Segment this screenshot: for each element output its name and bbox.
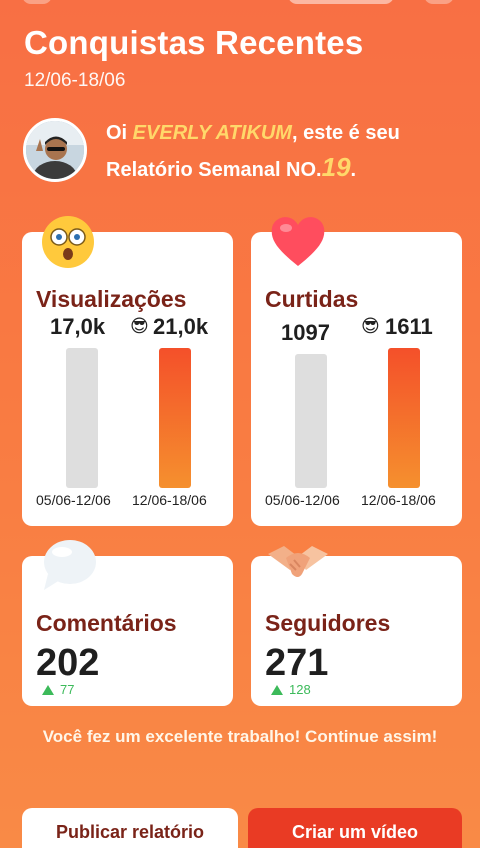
user-photo <box>26 121 84 179</box>
likes-current-period: 12/06-18/06 <box>361 492 436 508</box>
followers-delta-value: 128 <box>289 682 311 697</box>
views-previous-period: 05/06-12/06 <box>36 492 111 508</box>
followers-delta: 128 <box>271 682 311 697</box>
likes-previous-bar <box>295 354 327 488</box>
close-button[interactable] <box>424 0 454 4</box>
likes-label: Curtidas <box>265 286 359 312</box>
views-card[interactable]: Visualizações 17,0k 😎 21,0k 05/06-12/06 … <box>22 232 233 526</box>
comments-value: 202 <box>36 642 100 684</box>
views-current-value: 21,0k <box>153 314 209 339</box>
sunglasses-face-icon: 😎 <box>361 316 380 336</box>
followers-label: Seguidores <box>265 610 391 636</box>
likes-current-value: 1611 <box>385 314 433 339</box>
handshake-icon <box>266 540 330 591</box>
views-previous-value: 17,0k <box>50 314 106 339</box>
back-button[interactable] <box>22 0 52 4</box>
greeting-text: Oi EVERLY ATIKUM, este é seu Relatório S… <box>106 116 466 187</box>
likes-card[interactable]: Curtidas 1097 😎 1611 05/06-12/06 12/06-1… <box>251 232 462 526</box>
page-title: Conquistas Recentes <box>24 24 364 61</box>
user-name: EVERLY ATIKUM <box>132 122 292 144</box>
greeting-prefix: Oi <box>106 122 133 144</box>
top-action-button[interactable] <box>288 0 394 4</box>
speech-bubble-icon <box>40 536 98 597</box>
likes-previous-period: 05/06-12/06 <box>265 492 340 508</box>
publish-report-button[interactable]: Publicar relatório <box>22 808 238 848</box>
likes-previous-value: 1097 <box>281 320 330 345</box>
sunglasses-face-icon: 😎 <box>130 316 149 336</box>
up-arrow-icon <box>271 685 283 695</box>
create-video-button[interactable]: Criar um vídeo <box>248 808 462 848</box>
comments-delta-value: 77 <box>60 682 75 697</box>
avatar[interactable] <box>23 118 87 182</box>
up-arrow-icon <box>42 685 54 695</box>
surprised-face-icon <box>40 214 96 275</box>
views-previous-bar <box>66 348 98 488</box>
views-label: Visualizações <box>36 286 187 312</box>
views-current-period: 12/06-18/06 <box>132 492 207 508</box>
heart-icon <box>268 212 328 275</box>
comments-delta: 77 <box>42 682 74 697</box>
encouragement-message: Você fez um excelente trabalho! Continue… <box>42 727 438 746</box>
followers-value: 271 <box>265 642 329 684</box>
report-number: 19 <box>321 152 351 182</box>
likes-current-bar <box>388 348 420 488</box>
greeting-suffix: . <box>350 159 357 181</box>
comments-label: Comentários <box>36 610 177 636</box>
views-current-bar <box>159 348 191 488</box>
date-range: 12/06-18/06 <box>24 70 126 91</box>
